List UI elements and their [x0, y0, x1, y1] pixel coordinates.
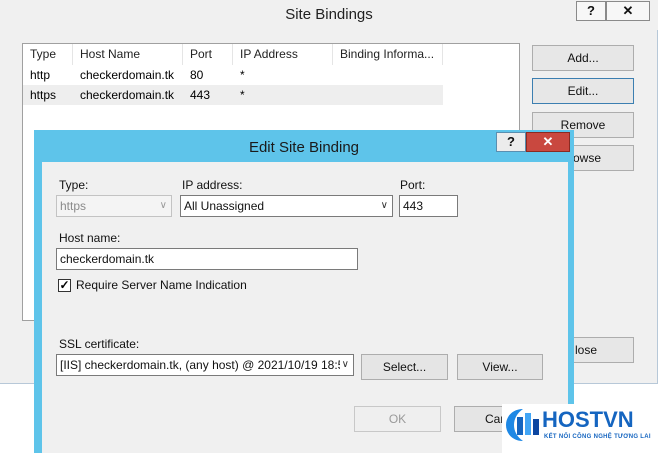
chevron-down-icon: ∨	[159, 200, 167, 211]
column-header-ip-address[interactable]: IP Address	[233, 44, 333, 65]
ssl-certificate-value: [IIS] checkerdomain.tk, (any host) @ 202…	[60, 358, 345, 372]
table-row[interactable]: https checkerdomain.tk 443 *	[23, 85, 443, 105]
column-header-host-name[interactable]: Host Name	[73, 44, 183, 65]
port-input[interactable]: 443	[399, 195, 458, 217]
cell-ip-address: *	[240, 68, 245, 82]
column-header-binding-information[interactable]: Binding Informa...	[333, 44, 443, 65]
logo-name: HOSTVN	[542, 407, 634, 432]
cell-host-name: checkerdomain.tk	[80, 68, 175, 82]
dialog-body: Type: https ∨ IP address: All Unassigned…	[42, 162, 568, 453]
type-value: https	[60, 199, 87, 213]
help-button[interactable]: ?	[576, 1, 606, 21]
select-certificate-button[interactable]: Select...	[361, 354, 448, 380]
sni-checkbox[interactable]: ✓	[58, 279, 71, 292]
dialog-title: Edit Site Binding	[248, 139, 360, 156]
cell-host-name: checkerdomain.tk	[80, 88, 175, 102]
ip-address-label: IP address:	[182, 178, 243, 192]
close-button[interactable]: ✕	[606, 1, 650, 21]
cell-port: 80	[190, 68, 204, 82]
site-bindings-titlebar: Site Bindings ? ✕	[0, 0, 658, 30]
host-name-label: Host name:	[59, 231, 121, 245]
type-label: Type:	[59, 178, 89, 192]
host-name-input[interactable]: checkerdomain.tk	[56, 248, 358, 270]
cell-type: http	[30, 68, 51, 82]
view-certificate-button[interactable]: View...	[457, 354, 543, 380]
logo-tagline: KẾT NỐI CÔNG NGHỆ TƯƠNG LAI	[544, 434, 651, 440]
ssl-certificate-dropdown[interactable]: [IIS] checkerdomain.tk, (any host) @ 202…	[56, 354, 354, 376]
cell-port: 443	[190, 88, 211, 102]
type-dropdown: https ∨	[56, 195, 172, 217]
chevron-down-icon: ∨	[380, 200, 388, 211]
ip-address-value: All Unassigned	[184, 199, 265, 213]
window-title: Site Bindings	[285, 6, 373, 23]
column-header-port[interactable]: Port	[183, 44, 233, 65]
ssl-certificate-label: SSL certificate:	[59, 337, 140, 351]
cell-ip-address: *	[240, 88, 245, 102]
hostvn-logo-mark-icon	[506, 409, 539, 441]
sni-label: Require Server Name Indication	[76, 278, 247, 292]
cell-type: https	[30, 88, 57, 102]
column-header-type[interactable]: Type	[23, 44, 73, 65]
help-button[interactable]: ?	[496, 132, 526, 152]
close-button[interactable]: ✕	[526, 132, 570, 152]
ip-address-dropdown[interactable]: All Unassigned ∨	[180, 195, 393, 217]
port-label: Port:	[400, 178, 426, 192]
chevron-down-icon: ∨	[339, 355, 349, 375]
ok-button[interactable]: OK	[354, 406, 441, 432]
table-row[interactable]: http checkerdomain.tk 80 *	[23, 65, 443, 85]
edit-site-binding-dialog: Edit Site Binding ? ✕ Type: https ∨ IP a…	[34, 130, 574, 453]
hostvn-logo: HOSTVN KẾT NỐI CÔNG NGHỆ TƯƠNG LAI	[502, 404, 658, 453]
add-button[interactable]: Add...	[532, 45, 634, 71]
edit-button[interactable]: Edit...	[532, 78, 634, 104]
